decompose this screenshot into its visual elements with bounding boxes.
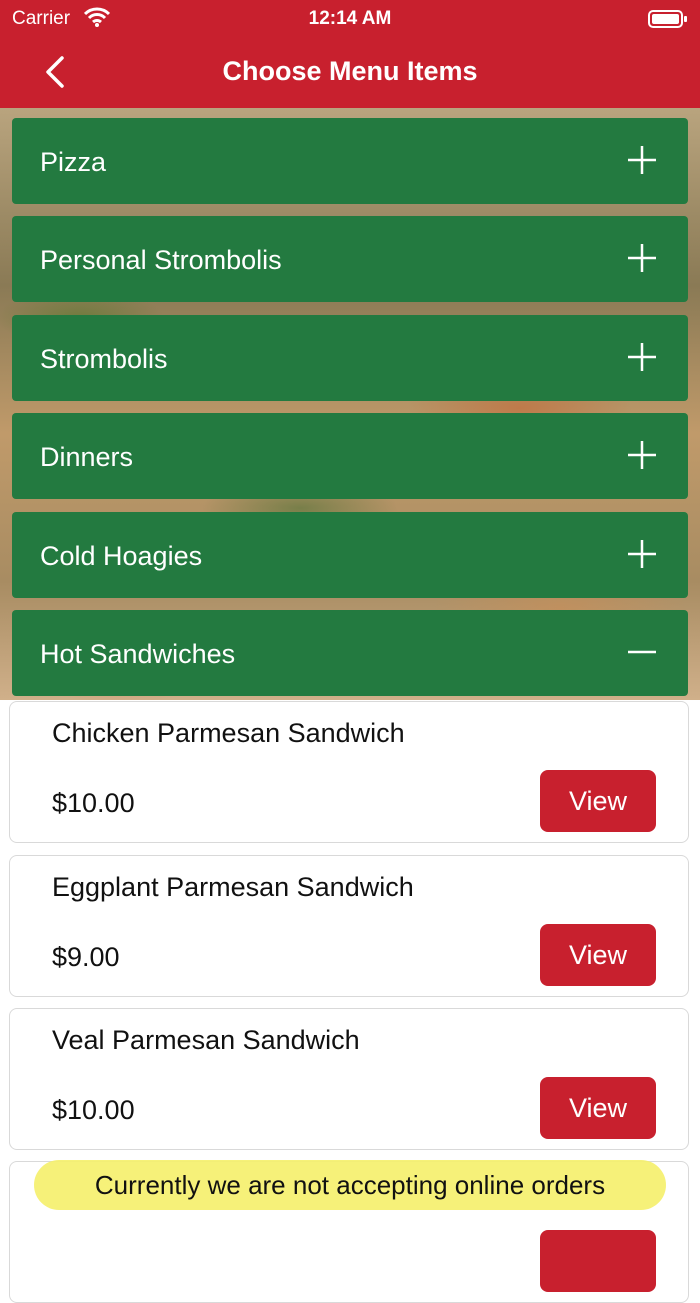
menu-item-name: Veal Parmesan Sandwich bbox=[52, 1025, 360, 1055]
plus-icon bbox=[628, 343, 656, 371]
category-pizza[interactable]: Pizza bbox=[12, 118, 688, 204]
menu-item-card: Eggplant Parmesan Sandwich $9.00 View bbox=[9, 855, 689, 997]
category-label: Cold Hoagies bbox=[40, 541, 203, 571]
plus-icon bbox=[628, 441, 656, 469]
category-label: Dinners bbox=[40, 442, 134, 472]
category-strombolis[interactable]: Strombolis bbox=[12, 315, 688, 401]
plus-icon bbox=[628, 146, 656, 174]
offline-orders-toast: Currently we are not accepting online or… bbox=[34, 1160, 666, 1210]
category-personal-strombolis[interactable]: Personal Strombolis bbox=[12, 216, 688, 302]
menu-item-card: Veal Parmesan Sandwich $10.00 View bbox=[9, 1008, 689, 1150]
category-dinners[interactable]: Dinners bbox=[12, 413, 688, 499]
category-label: Personal Strombolis bbox=[40, 245, 282, 275]
category-label: Pizza bbox=[40, 147, 107, 177]
category-cold-hoagies[interactable]: Cold Hoagies bbox=[12, 512, 688, 598]
view-button[interactable]: View bbox=[540, 1077, 656, 1139]
minus-icon bbox=[628, 650, 656, 654]
menu-item-name: Eggplant Parmesan Sandwich bbox=[52, 872, 414, 902]
status-time: 12:14 AM bbox=[308, 8, 392, 29]
menu-item-card: Chicken Parmesan Sandwich $10.00 View bbox=[9, 701, 689, 843]
category-hot-sandwiches[interactable]: Hot Sandwiches bbox=[12, 610, 688, 696]
menu-item-price: $10.00 bbox=[52, 788, 135, 818]
nav-bar: Choose Menu Items bbox=[0, 40, 700, 108]
status-bar: Carrier 12:14 AM bbox=[0, 0, 700, 40]
menu-item-price: $10.00 bbox=[52, 1095, 135, 1125]
view-button[interactable]: View bbox=[540, 924, 656, 986]
view-button[interactable] bbox=[540, 1230, 656, 1292]
category-label: Strombolis bbox=[40, 344, 168, 374]
plus-icon bbox=[628, 540, 656, 568]
plus-icon bbox=[628, 244, 656, 272]
category-label: Hot Sandwiches bbox=[40, 639, 236, 669]
page-title: Choose Menu Items bbox=[222, 56, 478, 86]
battery-icon bbox=[648, 9, 688, 34]
menu-item-name: Chicken Parmesan Sandwich bbox=[52, 718, 405, 748]
menu-item-price: $9.00 bbox=[52, 942, 120, 972]
view-button[interactable]: View bbox=[540, 770, 656, 832]
